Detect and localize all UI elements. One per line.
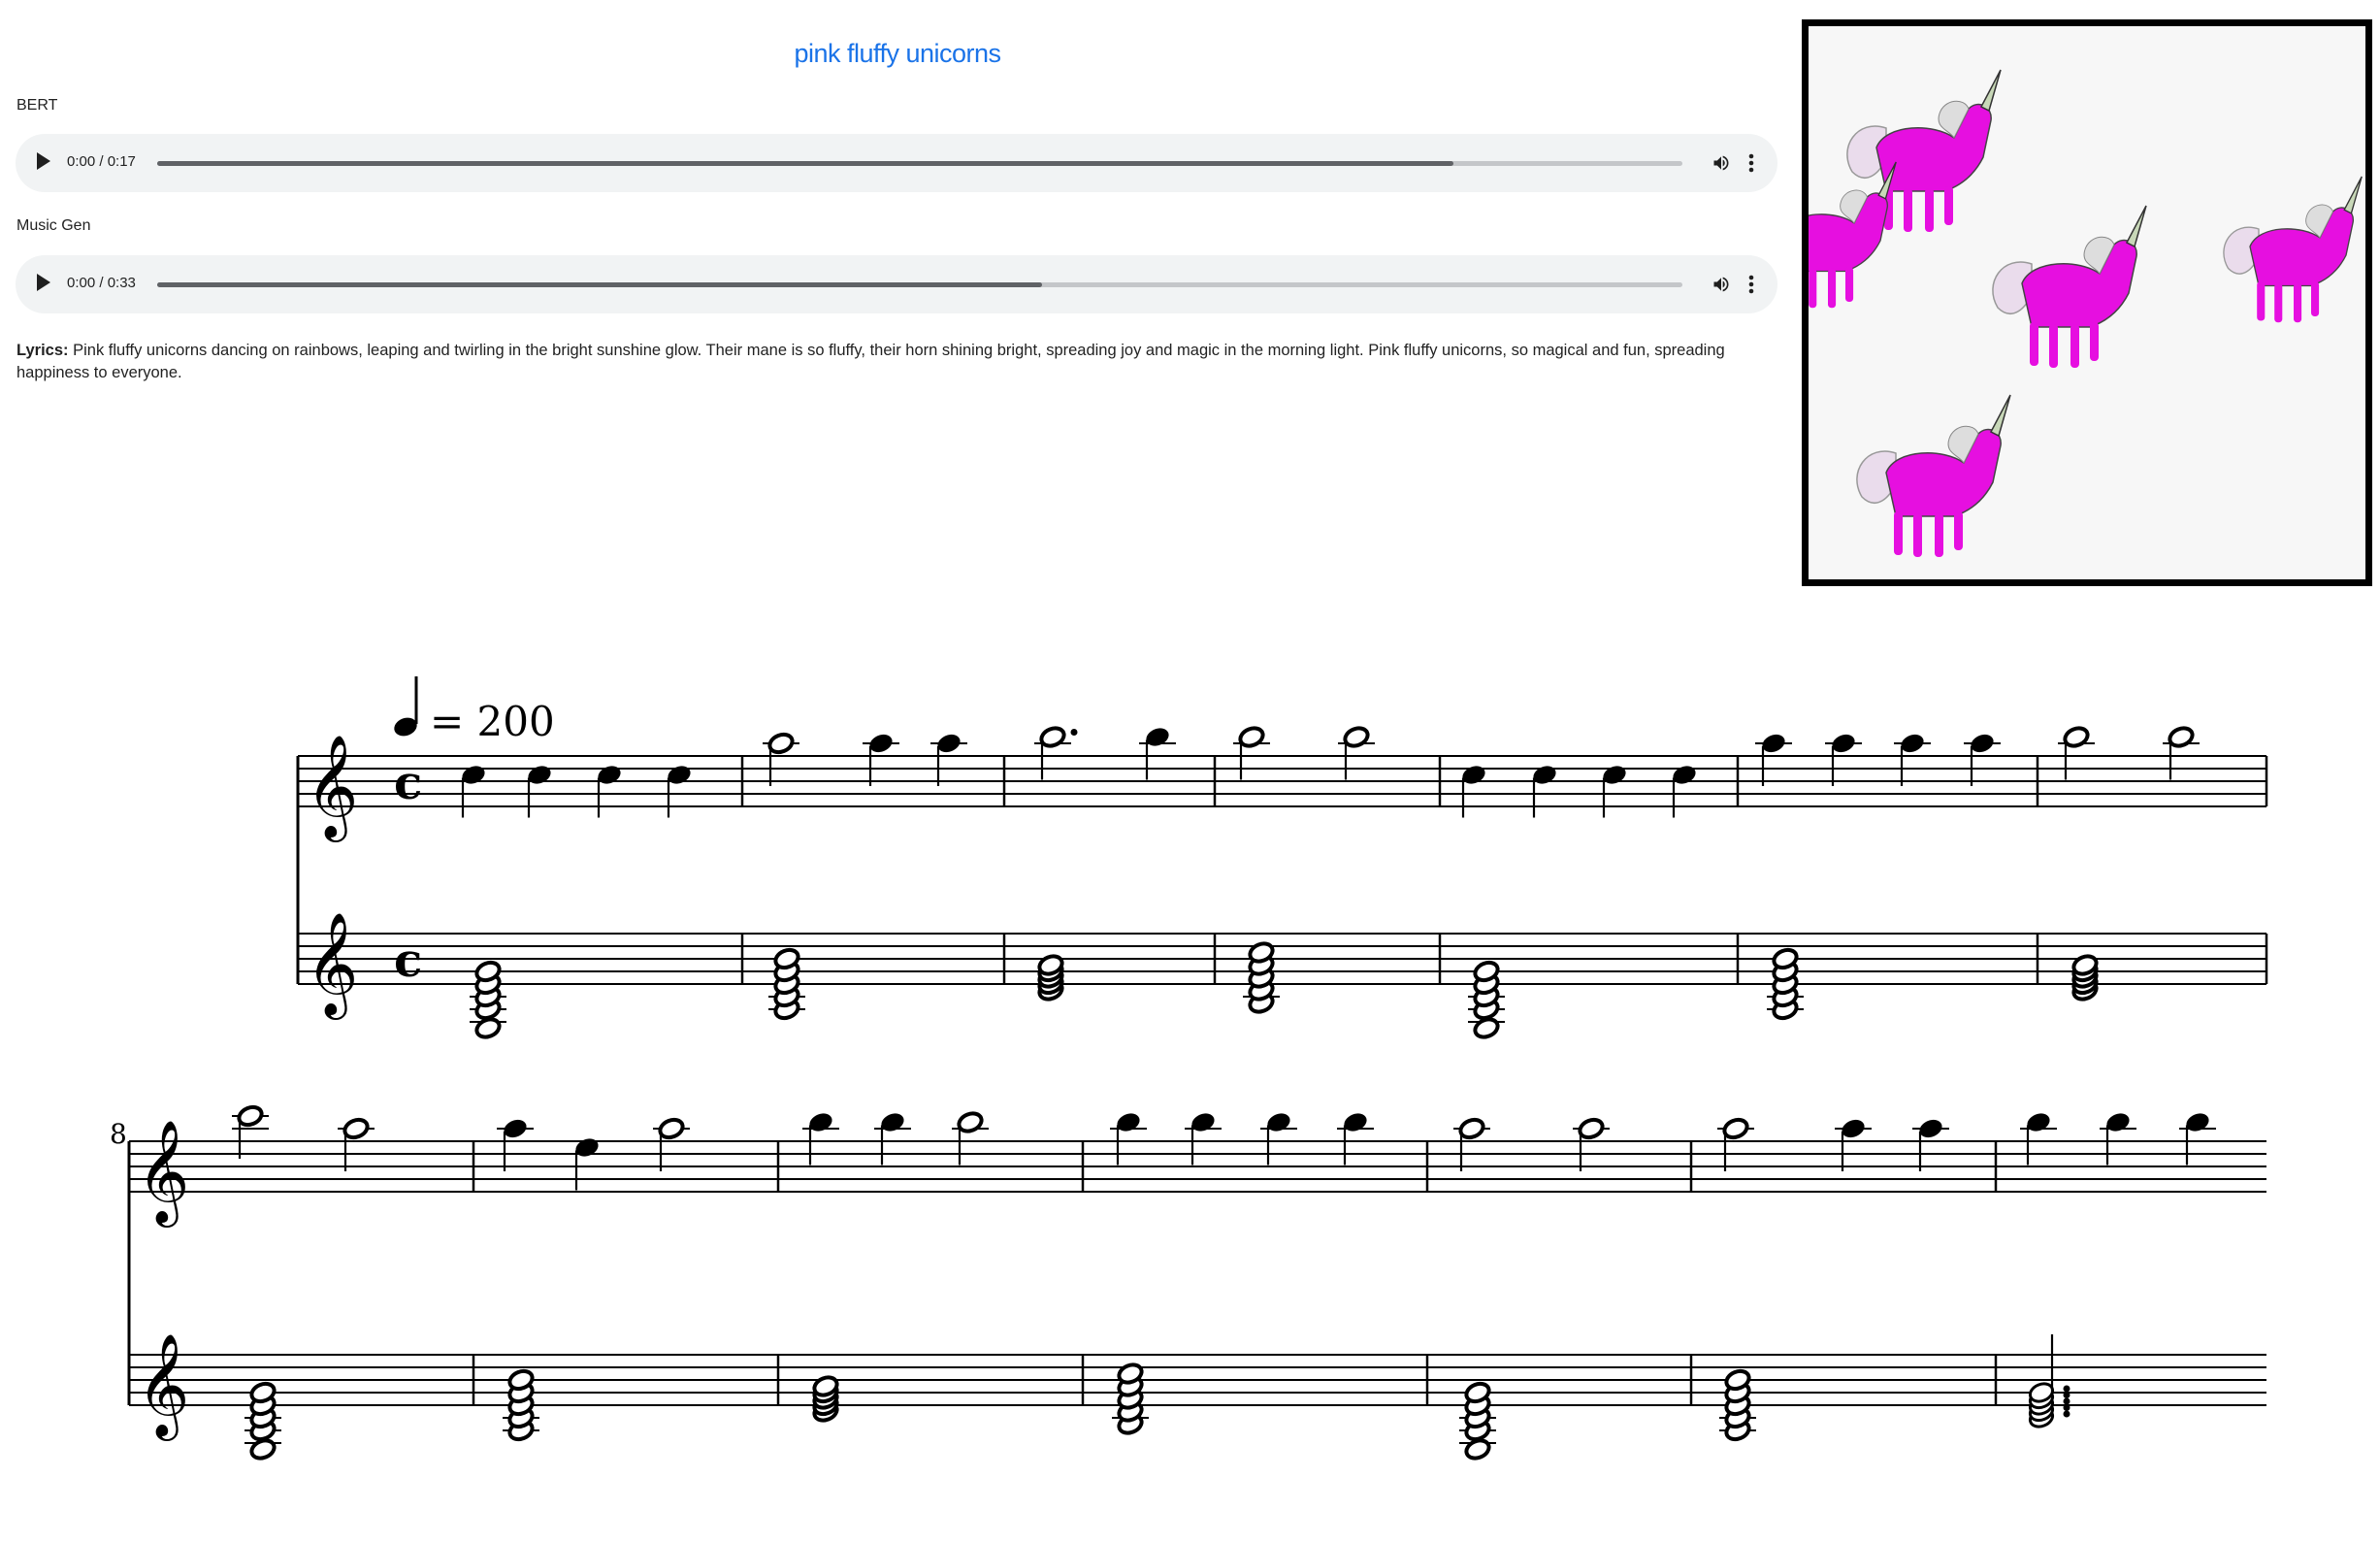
treble-clef-icon: 𝄞 xyxy=(306,911,358,1020)
seek-progress xyxy=(157,161,1454,166)
more-vert-icon[interactable] xyxy=(1747,273,1755,296)
audio-player-bert[interactable]: 0:00 / 0:17 xyxy=(16,134,1777,192)
unicorns-illustration xyxy=(1809,26,2365,579)
dot xyxy=(2063,1404,2070,1411)
time-signature: c xyxy=(394,756,422,810)
lyrics-label: Lyrics: xyxy=(16,342,69,359)
measure-number: 8 xyxy=(110,1118,127,1150)
seek-bar[interactable] xyxy=(157,282,1682,287)
dot xyxy=(2063,1392,2070,1398)
audio-player-music-gen[interactable]: 0:00 / 0:33 xyxy=(16,255,1777,313)
page-title: pink fluffy unicorns xyxy=(794,39,1001,68)
seek-bar[interactable] xyxy=(157,161,1682,166)
play-icon[interactable] xyxy=(37,274,50,291)
tempo-marking: = 200 xyxy=(394,676,555,745)
volume-icon[interactable] xyxy=(1711,153,1732,173)
lyrics-text: Pink fluffy unicorns dancing on rainbows… xyxy=(16,342,1725,381)
dot xyxy=(2063,1385,2070,1393)
dot xyxy=(2063,1397,2070,1405)
tempo-value: = 200 xyxy=(430,698,555,745)
treble-clef-icon: 𝄞 xyxy=(306,734,358,842)
time-display: 0:00 / 0:17 xyxy=(67,153,136,170)
time-signature: c xyxy=(394,934,422,988)
score-svg: = 200 8 𝄞 𝄞 𝄞 𝄞 c c xyxy=(110,676,2268,1461)
play-icon[interactable] xyxy=(37,152,50,170)
time-display: 0:00 / 0:33 xyxy=(67,275,136,291)
dot xyxy=(1070,729,1078,736)
volume-icon[interactable] xyxy=(1711,275,1732,294)
lyrics-paragraph: Lyrics: Pink fluffy unicorns dancing on … xyxy=(16,340,1782,384)
seek-progress xyxy=(157,282,1042,287)
track-label-music-gen: Music Gen xyxy=(16,217,91,234)
treble-clef-icon: 𝄞 xyxy=(137,1332,189,1441)
track-label-bert: BERT xyxy=(16,97,58,114)
treble-clef-icon: 𝄞 xyxy=(137,1119,189,1228)
sheet-music: = 200 8 𝄞 𝄞 𝄞 𝄞 c c xyxy=(0,621,2380,1543)
album-artwork xyxy=(1802,19,2372,586)
more-vert-icon[interactable] xyxy=(1747,151,1755,175)
dot xyxy=(2063,1410,2070,1418)
